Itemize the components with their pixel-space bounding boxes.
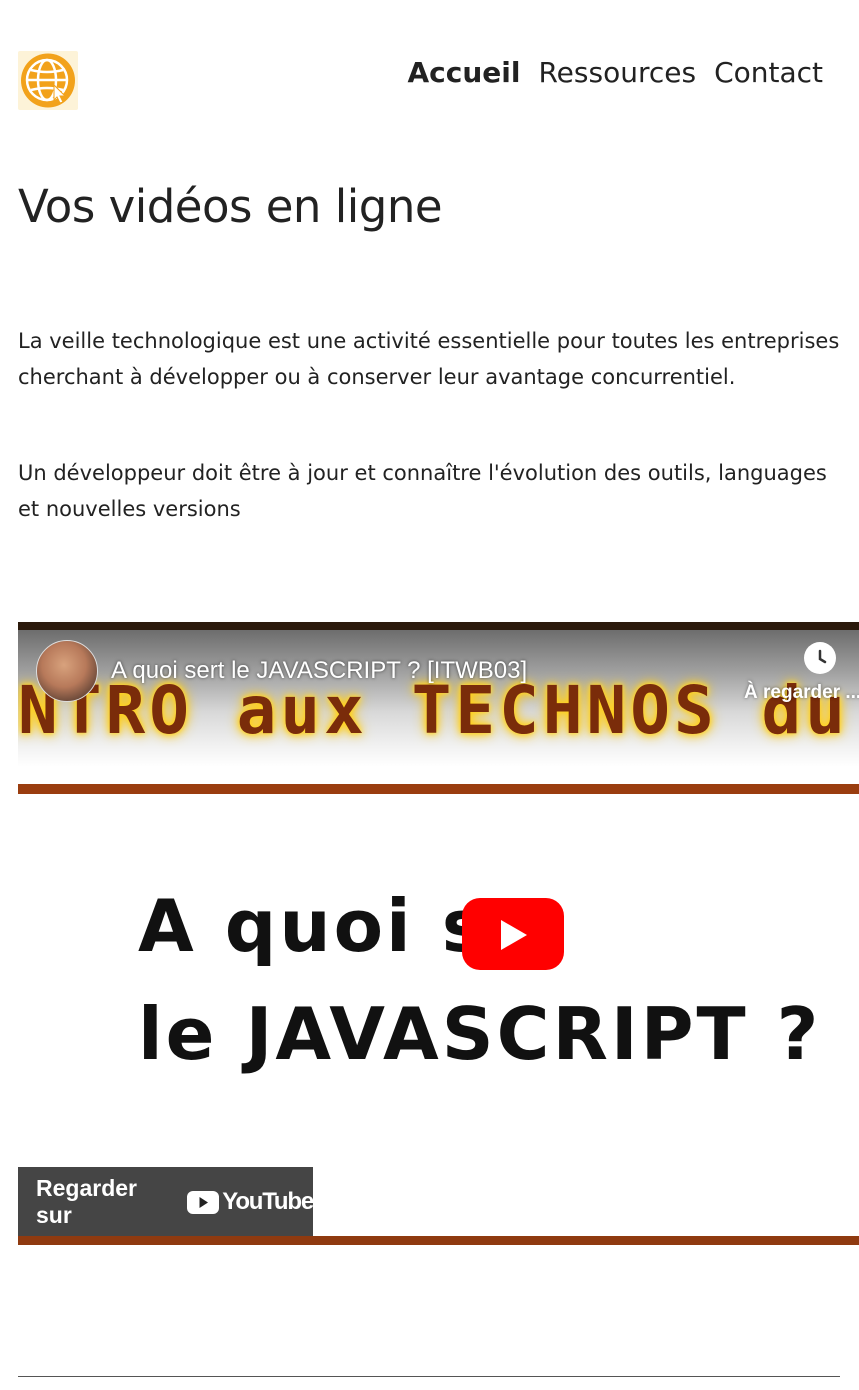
youtube-wordmark: YouTube: [222, 1188, 314, 1215]
main-nav: Accueil Ressources Contact: [407, 56, 823, 89]
watch-on-youtube-button[interactable]: Regarder sur YouTube: [18, 1167, 314, 1237]
clock-icon: [804, 642, 836, 674]
globe-cursor-icon: [21, 53, 75, 108]
youtube-play-icon: [187, 1190, 220, 1214]
play-icon: [501, 920, 527, 950]
youtube-logo: YouTube: [187, 1188, 314, 1216]
thumbnail-band-bottom: [18, 1236, 859, 1245]
channel-avatar[interactable]: [36, 640, 98, 702]
page-title: Vos vidéos en ligne: [18, 180, 443, 233]
play-button[interactable]: [462, 898, 564, 970]
youtube-embed[interactable]: NTRO aux TECHNOS du A quoi sert le JAVAS…: [18, 622, 859, 1245]
watch-later-label: À regarder ...: [744, 682, 859, 703]
watch-on-label: Regarder sur: [36, 1175, 137, 1228]
site-logo[interactable]: [18, 51, 78, 110]
watch-later-button[interactable]: À regarder ...: [740, 642, 859, 704]
footer-divider: [18, 1376, 840, 1377]
page: Accueil Ressources Contact Vos vidéos en…: [0, 0, 859, 1390]
thumbnail-band: [18, 784, 859, 794]
nav-item-contact[interactable]: Contact: [714, 56, 823, 89]
developer-paragraph: Un développeur doit être à jour et conna…: [18, 461, 827, 521]
thumbnail-headline-line-2: le JAVASCRIPT ?: [138, 992, 822, 1076]
nav-item-ressources[interactable]: Ressources: [538, 56, 696, 89]
nav-item-accueil[interactable]: Accueil: [407, 56, 520, 89]
video-title[interactable]: A quoi sert le JAVASCRIPT ? [ITWB03]: [111, 657, 527, 685]
intro-paragraph: La veille technologique est une activité…: [18, 329, 840, 389]
